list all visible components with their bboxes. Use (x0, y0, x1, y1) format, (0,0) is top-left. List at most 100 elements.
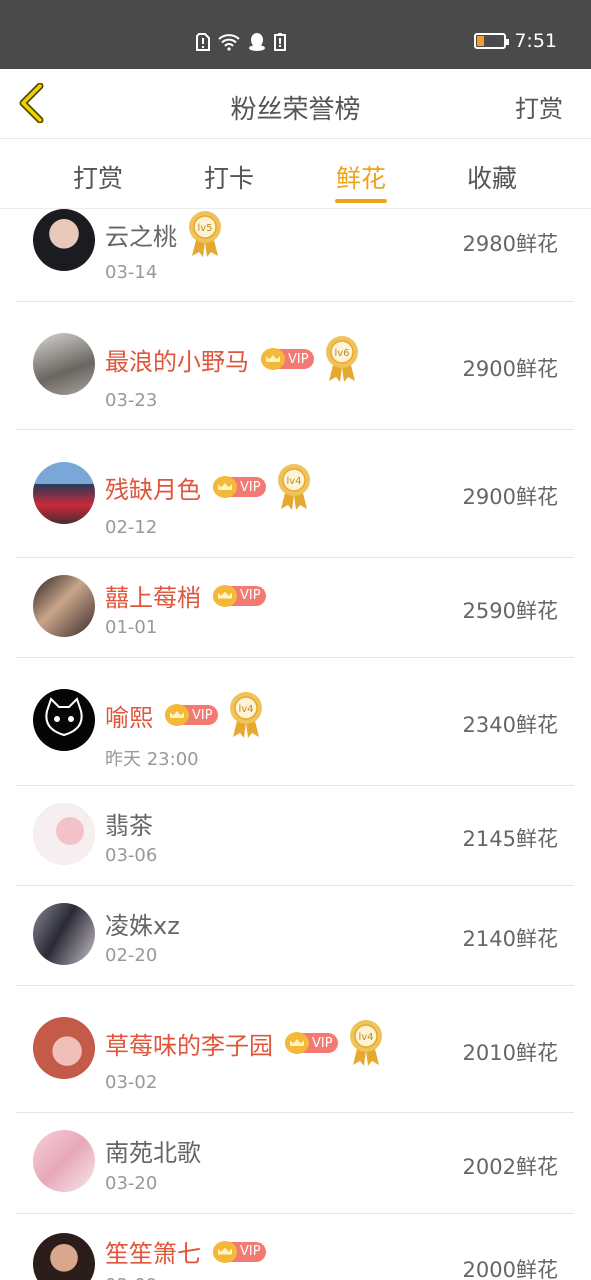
user-name[interactable]: 翡茶 (105, 806, 153, 841)
user-name[interactable]: 南苑北歌 (105, 1133, 201, 1168)
tab-checkin[interactable]: 打卡 (189, 159, 269, 195)
svg-text:lv4: lv4 (286, 476, 301, 487)
crown-icon (213, 584, 237, 607)
avatar[interactable] (33, 1017, 95, 1079)
vip-label: VIP (240, 1244, 261, 1259)
flower-count: 2002鲜花 (462, 1155, 558, 1179)
tab-favorites[interactable]: 收藏 (452, 159, 532, 195)
user-name-text: 翡茶 (105, 812, 153, 840)
page-title: 粉丝荣誉榜 (230, 95, 361, 125)
flower-count: 2145鲜花 (462, 827, 558, 851)
user-name-text: 凌姝xz (105, 912, 180, 940)
avatar[interactable] (33, 209, 95, 271)
vip-badge: VIP (213, 1240, 266, 1263)
vip-badge: VIP (213, 476, 266, 498)
level-medal-icon: lv4 (228, 691, 264, 739)
level-medal-icon: lv6 (324, 335, 360, 383)
list-item[interactable]: 喻熙 VIP lv4 昨天 23:00 2340鲜花 (16, 658, 574, 786)
list-item[interactable]: 最浪的小野马 VIP lv6 03-23 2900鲜花 (16, 302, 574, 430)
battery-icon (474, 33, 510, 49)
avatar[interactable] (33, 803, 95, 865)
vip-badge: VIP (165, 704, 218, 726)
user-name-text: 囍上莓梢 (105, 584, 201, 612)
timestamp: 03-14 (105, 262, 158, 283)
flower-count: 2590鲜花 (462, 599, 558, 623)
timestamp: 03-23 (105, 390, 158, 411)
svg-text:lv6: lv6 (334, 348, 349, 359)
svg-text:lv4: lv4 (238, 704, 253, 715)
avatar[interactable] (33, 689, 95, 751)
wifi-icon (218, 34, 240, 51)
level-medal-icon: lv5 (187, 210, 223, 258)
flower-count: 2900鲜花 (462, 357, 558, 381)
level-medal-icon: lv4 (348, 1019, 384, 1067)
avatar[interactable] (33, 462, 95, 524)
battery-alert-icon (274, 33, 286, 51)
flower-count: 2010鲜花 (462, 1041, 558, 1065)
vip-label: VIP (192, 707, 213, 723)
user-name-text: 喻熙 (105, 703, 153, 732)
reward-button[interactable]: 打赏 (515, 89, 563, 124)
list-item[interactable]: 南苑北歌 03-20 2002鲜花 (16, 1113, 574, 1214)
tab-flowers[interactable]: 鲜花 (321, 159, 401, 195)
timestamp: 03-06 (105, 845, 158, 866)
user-name[interactable]: 笙笙箫七 VIP (105, 1234, 266, 1269)
user-name-text: 云之桃 (105, 222, 177, 251)
user-name-text: 草莓味的李子园 (105, 1031, 273, 1060)
avatar[interactable] (33, 333, 95, 395)
user-name-text: 残缺月色 (105, 475, 201, 504)
avatar[interactable] (33, 903, 95, 965)
list-item[interactable]: 残缺月色 VIP lv4 02-12 2900鲜花 (16, 430, 574, 558)
crown-icon (213, 476, 237, 498)
svg-text:lv4: lv4 (358, 1032, 373, 1043)
flower-count: 2980鲜花 (462, 232, 558, 256)
tab-bar: 打赏 打卡 鲜花 收藏 (0, 139, 591, 209)
user-name[interactable]: 凌姝xz (105, 906, 180, 941)
flower-count: 2900鲜花 (462, 485, 558, 509)
timestamp: 02-12 (105, 517, 158, 538)
crown-icon (213, 1240, 237, 1263)
timestamp: 03-09 (105, 1275, 157, 1280)
avatar[interactable] (33, 575, 95, 637)
nav-bar: 粉丝荣誉榜 打赏 (0, 69, 591, 139)
list-item[interactable]: 草莓味的李子园 VIP lv4 03-02 2010鲜花 (16, 986, 574, 1113)
list-item[interactable]: 云之桃 lv5 03-14 2980鲜花 (16, 209, 574, 302)
list-item[interactable]: 囍上莓梢 VIP 01-01 2590鲜花 (16, 558, 574, 658)
timestamp: 02-20 (105, 945, 158, 966)
crown-icon (261, 348, 285, 370)
list-item[interactable]: 凌姝xz 02-20 2140鲜花 (16, 886, 574, 986)
vip-badge: VIP (285, 1032, 338, 1054)
vip-badge: VIP (213, 584, 266, 607)
ranking-list[interactable]: 云之桃 lv5 03-14 2980鲜花 最浪的小野马 VIP lv6 03-2… (0, 209, 591, 1280)
user-name[interactable]: 残缺月色 VIP lv4 (105, 463, 312, 511)
vip-badge: VIP (261, 348, 314, 370)
active-tab-indicator (335, 199, 387, 203)
user-name[interactable]: 喻熙 VIP lv4 (105, 691, 264, 739)
user-name[interactable]: 云之桃 lv5 (105, 210, 223, 258)
status-time: 7:51 (514, 30, 557, 52)
flower-count: 2000鲜花 (462, 1258, 558, 1280)
avatar[interactable] (33, 1233, 95, 1280)
list-item[interactable]: 笙笙箫七 VIP 03-09 2000鲜花 (16, 1214, 574, 1280)
vip-label: VIP (240, 479, 261, 495)
timestamp: 03-20 (105, 1173, 158, 1194)
user-name[interactable]: 最浪的小野马 VIP lv6 (105, 335, 360, 383)
user-name-text: 最浪的小野马 (105, 347, 249, 376)
vip-label: VIP (288, 351, 309, 367)
cat-face-icon (45, 697, 83, 737)
vip-label: VIP (240, 588, 261, 603)
tab-reward[interactable]: 打赏 (58, 159, 138, 195)
user-name-text: 南苑北歌 (105, 1139, 201, 1167)
vip-label: VIP (312, 1035, 333, 1051)
sim-alert-icon (196, 33, 210, 51)
timestamp: 01-01 (105, 617, 158, 638)
avatar[interactable] (33, 1130, 95, 1192)
status-bar: 7:51 (0, 0, 591, 69)
timestamp: 03-02 (105, 1072, 158, 1093)
user-name[interactable]: 囍上莓梢 VIP (105, 578, 266, 613)
crown-icon (285, 1032, 309, 1054)
crown-icon (165, 704, 189, 726)
user-name[interactable]: 草莓味的李子园 VIP lv4 (105, 1019, 384, 1067)
qq-icon (249, 33, 265, 51)
list-item[interactable]: 翡茶 03-06 2145鲜花 (16, 786, 574, 886)
